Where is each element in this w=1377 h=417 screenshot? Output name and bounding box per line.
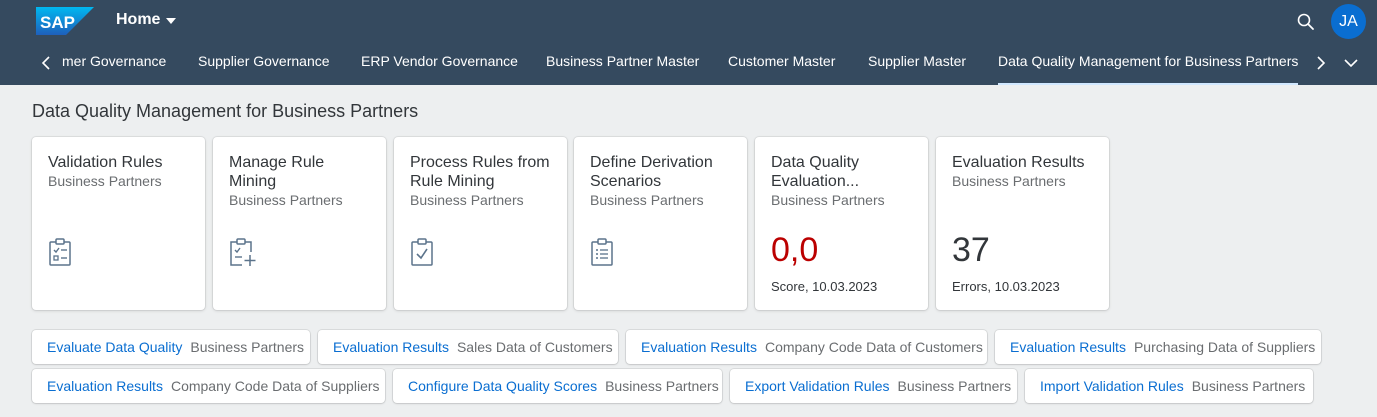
link-tile-subtitle: Business Partners: [190, 339, 305, 355]
tile-subtitle: Business Partners: [952, 173, 1066, 189]
link-tile-title: Configure Data Quality Scores: [408, 378, 598, 394]
search-icon[interactable]: [1296, 12, 1316, 32]
link-tile-subtitle: Business Partners: [605, 378, 719, 394]
link-tile-title: Evaluation Results: [641, 339, 757, 355]
link-tile-evaluation-results-company-code-suppliers[interactable]: Evaluation Results Company Code Data of …: [32, 369, 385, 403]
user-avatar[interactable]: JA: [1331, 4, 1366, 39]
tab-customer-master[interactable]: Customer Master: [728, 53, 835, 85]
tile-process-rules[interactable]: Process Rules from Rule Mining Business …: [394, 137, 567, 310]
kpi-footer: Errors, 10.03.2023: [952, 279, 1060, 294]
tile-evaluation-results[interactable]: Evaluation Results Business Partners 37 …: [936, 137, 1109, 310]
tile-subtitle: Business Partners: [771, 192, 885, 208]
page-title: Data Quality Management for Business Par…: [32, 101, 419, 121]
tab-business-partner-master[interactable]: Business Partner Master: [546, 53, 699, 85]
tab-data-quality-management[interactable]: Data Quality Management for Business Par…: [998, 53, 1299, 85]
tab-supplier-master[interactable]: Supplier Master: [868, 53, 966, 85]
link-tile-configure-data-quality-scores[interactable]: Configure Data Quality Scores Business P…: [393, 369, 722, 403]
link-tile-subtitle: Company Code Data of Customers: [764, 339, 983, 355]
tile-manage-rule-mining[interactable]: Manage Rule Mining Business Partners: [213, 137, 386, 310]
kpi-footer: Score, 10.03.2023: [771, 279, 878, 294]
tile-title: Evaluation Results: [952, 154, 1085, 171]
tile-title: Data Quality Evaluation...: [771, 154, 860, 190]
svg-text:SAP: SAP: [40, 13, 75, 32]
chevron-down-icon[interactable]: [1343, 56, 1359, 70]
tab-customer-governance[interactable]: mer Governance: [62, 53, 166, 85]
link-tile-subtitle: Sales Data of Customers: [456, 339, 613, 355]
tile-subtitle: Business Partners: [590, 192, 704, 208]
tile-data-quality-evaluation[interactable]: Data Quality Evaluation... Business Part…: [755, 137, 928, 310]
link-tile-subtitle: Business Partners: [897, 378, 1012, 394]
tile-title: Validation Rules: [48, 154, 163, 171]
tile-validation-rules[interactable]: Validation Rules Business Partners: [32, 137, 205, 310]
home-menu-button[interactable]: Home: [116, 11, 177, 29]
link-tile-subtitle: Business Partners: [1191, 378, 1306, 394]
tile-title: Process Rules from Rule Mining: [410, 154, 550, 190]
clipboard-check-icon: [411, 238, 433, 266]
clipboard-lines-icon: [591, 238, 613, 266]
tile-title: Manage Rule Mining: [229, 154, 325, 190]
clipboard-list-icon: [49, 238, 71, 266]
link-tile-subtitle: Purchasing Data of Suppliers: [1133, 339, 1316, 355]
tab-strip: mer Governance Supplier Governance ERP V…: [0, 46, 1377, 85]
link-tile-title: Evaluation Results: [333, 339, 449, 355]
link-tile-title: Evaluate Data Quality: [47, 339, 183, 355]
link-tile-title: Evaluation Results: [47, 378, 163, 394]
tile-subtitle: Business Partners: [48, 173, 162, 189]
clipboard-add-icon: [230, 238, 256, 266]
tile-subtitle: Business Partners: [410, 192, 524, 208]
link-tile-subtitle: Company Code Data of Suppliers: [170, 378, 380, 394]
link-tile-title: Export Validation Rules: [745, 378, 890, 394]
chevron-right-icon[interactable]: [1313, 55, 1327, 71]
chevron-left-icon[interactable]: [40, 55, 54, 71]
sap-logo[interactable]: SAP: [36, 7, 94, 35]
link-tile-export-validation-rules[interactable]: Export Validation Rules Business Partner…: [730, 369, 1017, 403]
link-tile-import-validation-rules[interactable]: Import Validation Rules Business Partner…: [1025, 369, 1313, 403]
tab-supplier-governance[interactable]: Supplier Governance: [198, 53, 330, 85]
shell-bar: SAP Home JA mer Governance Supplier Gove…: [0, 0, 1377, 85]
kpi-value: 37: [952, 231, 990, 269]
kpi-value: 0,0: [771, 231, 819, 269]
link-tile-title: Evaluation Results: [1010, 339, 1126, 355]
tile-subtitle: Business Partners: [229, 192, 343, 208]
link-tile-evaluation-results-sales[interactable]: Evaluation Results Sales Data of Custome…: [318, 330, 618, 364]
tab-erp-vendor-governance[interactable]: ERP Vendor Governance: [361, 53, 518, 85]
tile-title: Define Derivation Scenarios: [590, 154, 713, 190]
link-tile-evaluate-data-quality[interactable]: Evaluate Data Quality Business Partners: [32, 330, 310, 364]
link-tile-evaluation-results-purchasing[interactable]: Evaluation Results Purchasing Data of Su…: [995, 330, 1321, 364]
caret-down-icon: [166, 18, 177, 24]
home-label: Home: [116, 11, 161, 28]
tile-define-derivation-scenarios[interactable]: Define Derivation Scenarios Business Par…: [574, 137, 747, 310]
link-tile-title: Import Validation Rules: [1040, 378, 1184, 394]
link-tile-evaluation-results-company-code-customers[interactable]: Evaluation Results Company Code Data of …: [626, 330, 987, 364]
